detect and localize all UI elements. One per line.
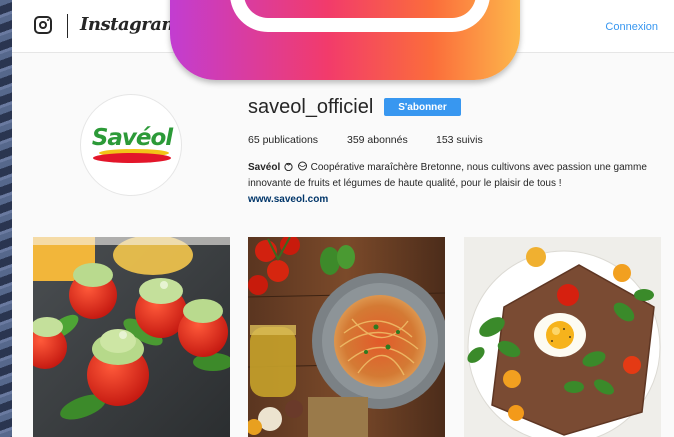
profile-avatar[interactable]: Savéol [80,94,182,196]
bio-description: Coopérative maraîchère Bretonne, nous cu… [248,162,647,189]
following-count[interactable]: 153 suivis [436,134,483,146]
leafy-vegetable-icon [297,161,307,171]
login-link[interactable]: Connexion [605,21,658,33]
instagram-logo-overlay-icon [170,0,520,80]
instagram-page: Instagram Connexion Savéol saveol_offici… [12,0,674,437]
followers-count[interactable]: 359 abonnés [347,134,408,146]
tomato-icon [284,162,293,171]
profile-bio: Savéol Coopérative maraîchère Bretonne, … [248,160,648,208]
follow-button[interactable]: S'abonner [384,98,461,116]
post-thumbnail-2[interactable] [248,237,445,437]
instagram-camera-icon[interactable] [34,16,52,34]
spaghetti-tomato-photo-icon [248,237,445,437]
header-divider [67,14,68,38]
avatar-brand-text: Savéol [91,125,173,151]
bio-website-link[interactable]: www.saveol.com [248,192,648,208]
stuffed-tomatoes-photo-icon [33,237,230,437]
instagram-logo-inner-frame [230,0,490,32]
instagram-wordmark[interactable]: Instagram [80,14,180,35]
bio-name: Savéol [248,162,281,173]
post-thumbnail-3[interactable] [464,237,661,437]
publications-count: 65 publications [248,134,319,146]
background-left-edge [0,0,12,437]
avatar-red-swoosh [93,153,171,163]
post-thumbnail-1[interactable] [33,237,230,437]
galette-egg-photo-icon [464,237,661,437]
profile-username: saveol_officiel [248,96,374,118]
